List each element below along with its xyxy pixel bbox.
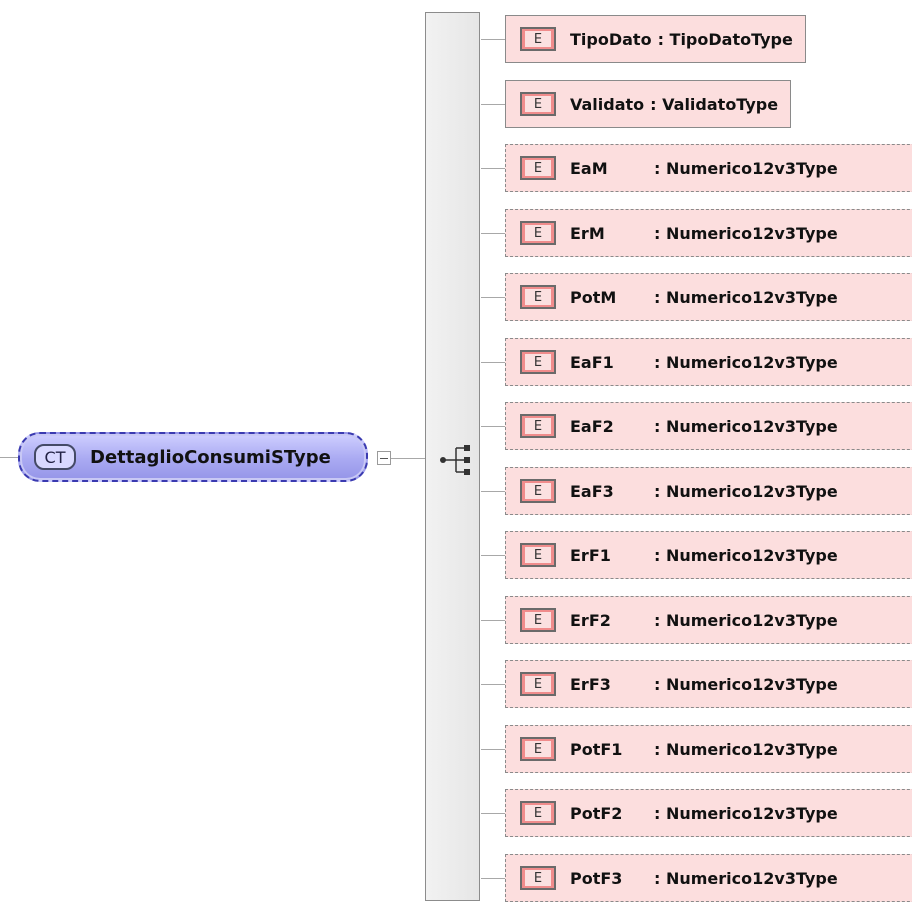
element-type: : Numerico12v3Type (654, 287, 838, 307)
sequence-icon[interactable] (440, 440, 476, 484)
element-node[interactable]: E Validato: ValidatoType (505, 80, 792, 128)
element-badge-label: E (525, 805, 551, 821)
element-node[interactable]: E PotF3 : Numerico12v3Type (505, 854, 912, 902)
element-badge: E (520, 866, 556, 890)
element-type: : Numerico12v3Type (654, 223, 838, 243)
element-connector-line (481, 684, 505, 685)
element-badge: E (520, 285, 556, 309)
element-badge-label: E (525, 612, 551, 628)
element-node[interactable]: E PotM : Numerico12v3Type (505, 273, 912, 321)
element-connector-line (481, 813, 505, 814)
element-badge-label: E (525, 225, 551, 241)
complex-type-name: DettaglioConsumiSType (90, 446, 331, 468)
element-connector-line (481, 104, 505, 105)
element-name: Validato (570, 94, 645, 114)
element-badge-label: E (525, 31, 551, 47)
element-badge-label: E (525, 676, 551, 692)
element-node[interactable]: E ErF2 : Numerico12v3Type (505, 596, 912, 644)
element-connector-line (481, 749, 505, 750)
element-name: ErF1 (570, 545, 611, 565)
complex-type-badge: CT (34, 444, 76, 470)
element-node[interactable]: E PotF1 : Numerico12v3Type (505, 725, 912, 773)
element-badge-label: E (525, 418, 551, 434)
element-badge: E (520, 479, 556, 503)
element-connector-line (481, 39, 505, 40)
element-node[interactable]: E TipoDato: TipoDatoType (505, 15, 806, 63)
element-badge-label: E (525, 483, 551, 499)
element-badge-label: E (525, 741, 551, 757)
element-name: EaM (570, 158, 608, 178)
element-type: : Numerico12v3Type (654, 416, 838, 436)
complex-type-node[interactable]: CT DettaglioConsumiSType (18, 432, 368, 482)
element-type: : Numerico12v3Type (654, 158, 838, 178)
element-type: : Numerico12v3Type (654, 352, 838, 372)
element-node[interactable]: E ErF1 : Numerico12v3Type (505, 531, 912, 579)
element-badge: E (520, 543, 556, 567)
element-name: PotF1 (570, 739, 623, 759)
element-connector-line (481, 878, 505, 879)
incoming-connector-line (0, 457, 18, 458)
element-type: : Numerico12v3Type (654, 610, 838, 630)
element-connector-line (481, 168, 505, 169)
element-name: PotF2 (570, 803, 623, 823)
element-node[interactable]: E EaF2 : Numerico12v3Type (505, 402, 912, 450)
element-badge: E (520, 350, 556, 374)
element-badge: E (520, 737, 556, 761)
element-badge: E (520, 156, 556, 180)
element-type: : ValidatoType (650, 94, 779, 114)
element-badge: E (520, 608, 556, 632)
element-name: ErF2 (570, 610, 611, 630)
element-name: EaF2 (570, 416, 614, 436)
element-badge: E (520, 672, 556, 696)
element-name: PotF3 (570, 868, 623, 888)
element-connector-line (481, 426, 505, 427)
element-badge: E (520, 27, 556, 51)
element-node[interactable]: E EaF3 : Numerico12v3Type (505, 467, 912, 515)
element-badge: E (520, 92, 556, 116)
element-node[interactable]: E ErM : Numerico12v3Type (505, 209, 912, 257)
element-connector-line (481, 233, 505, 234)
element-name: EaF1 (570, 352, 614, 372)
element-type: : Numerico12v3Type (654, 803, 838, 823)
element-type: : Numerico12v3Type (654, 481, 838, 501)
element-badge-label: E (525, 289, 551, 305)
element-connector-line (481, 491, 505, 492)
element-connector-line (481, 297, 505, 298)
element-badge: E (520, 414, 556, 438)
element-name: ErM (570, 223, 605, 243)
element-type: : Numerico12v3Type (654, 545, 838, 565)
element-type: : Numerico12v3Type (654, 868, 838, 888)
element-type: : TipoDatoType (657, 29, 793, 49)
element-node[interactable]: E ErF3 : Numerico12v3Type (505, 660, 912, 708)
element-connector-line (481, 555, 505, 556)
schema-diagram: CT DettaglioConsumiSType E TipoDato: Tipo… (0, 0, 912, 902)
element-badge-label: E (525, 547, 551, 563)
element-type: : Numerico12v3Type (654, 739, 838, 759)
collapse-toggle-button[interactable] (377, 451, 391, 465)
element-name: TipoDato (570, 29, 652, 49)
element-name: EaF3 (570, 481, 614, 501)
element-node[interactable]: E PotF2 : Numerico12v3Type (505, 789, 912, 837)
element-badge: E (520, 801, 556, 825)
element-type: : Numerico12v3Type (654, 674, 838, 694)
element-connector-line (481, 620, 505, 621)
element-name: ErF3 (570, 674, 611, 694)
element-badge-label: E (525, 96, 551, 112)
element-badge: E (520, 221, 556, 245)
element-node[interactable]: E EaF1 : Numerico12v3Type (505, 338, 912, 386)
element-connector-line (481, 362, 505, 363)
element-node[interactable]: E EaM : Numerico12v3Type (505, 144, 912, 192)
element-badge-label: E (525, 160, 551, 176)
element-badge-label: E (525, 354, 551, 370)
element-badge-label: E (525, 870, 551, 886)
element-name: PotM (570, 287, 617, 307)
